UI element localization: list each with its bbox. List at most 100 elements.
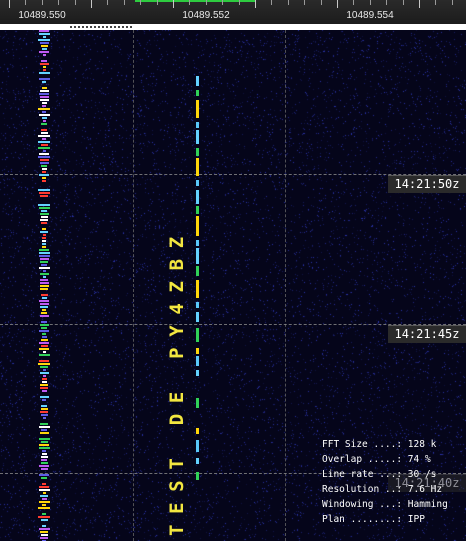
beacon-trace-segment <box>40 384 48 386</box>
beacon-trace-segment <box>41 405 47 407</box>
tuning-marker[interactable] <box>135 0 255 2</box>
info-overlap: Overlap .....: 74 % <box>322 454 431 465</box>
beacon-trace-segment <box>38 447 50 449</box>
beacon-trace-segment <box>42 150 46 152</box>
beacon-trace-segment <box>40 279 48 281</box>
beacon-trace-segment <box>40 462 48 464</box>
beacon-trace-segment <box>41 498 47 500</box>
beacon-trace-segment <box>41 123 47 125</box>
beacon-trace-segment <box>39 285 49 287</box>
cw-trace-segment <box>196 440 199 452</box>
beacon-trace-segment <box>41 60 47 62</box>
beacon-trace-segment <box>38 438 50 440</box>
cw-trace-segment <box>196 148 199 156</box>
frequency-tick <box>140 0 142 5</box>
frequency-tick <box>353 0 355 5</box>
beacon-trace-segment <box>42 54 46 56</box>
frequency-label: 10489.550 <box>18 10 66 21</box>
frequency-label: 10489.552 <box>182 10 230 21</box>
beacon-trace-segment <box>39 360 49 362</box>
frequency-tick <box>189 0 191 5</box>
frequency-tick <box>386 0 388 5</box>
cw-trace-segment <box>196 370 199 376</box>
beacon-trace-segment <box>40 345 48 347</box>
beacon-trace-segment <box>40 216 48 218</box>
beacon-trace-segment <box>41 381 47 383</box>
beacon-signal-trace <box>37 30 51 541</box>
beacon-trace-segment <box>38 108 50 110</box>
beacon-trace-segment <box>39 330 49 332</box>
frequency-tick <box>435 0 437 5</box>
beacon-trace-segment <box>42 234 46 236</box>
beacon-trace-segment <box>39 432 49 434</box>
beacon-trace-segment <box>42 36 46 38</box>
beacon-trace-segment <box>41 117 47 119</box>
beacon-trace-segment <box>38 507 50 509</box>
cw-trace-segment <box>196 206 199 214</box>
frequency-tick <box>337 0 338 8</box>
info-line-rate: Line rate ...: 30 /s <box>322 469 437 480</box>
beacon-trace-segment <box>40 306 48 308</box>
beacon-trace-segment <box>42 66 46 68</box>
frequency-tick <box>41 0 43 5</box>
beacon-trace-segment <box>42 351 46 353</box>
beacon-trace-segment <box>39 96 49 98</box>
beacon-trace-segment <box>42 237 46 239</box>
waterfall-display: 10489.550 10489.552 10489.554 TEST DE PY… <box>0 0 466 541</box>
beacon-trace-segment <box>39 30 49 32</box>
beacon-trace-segment <box>39 90 49 92</box>
frequency-tick <box>123 0 125 5</box>
beacon-trace-segment <box>38 267 50 269</box>
frequency-tick <box>9 0 10 8</box>
beacon-trace-segment <box>39 51 49 53</box>
beacon-trace-segment <box>40 537 48 539</box>
beacon-trace-segment <box>38 528 50 530</box>
cw-trace-segment <box>196 130 199 144</box>
beacon-trace-segment <box>42 138 46 140</box>
beacon-trace-segment <box>39 396 49 398</box>
beacon-trace-segment <box>41 336 47 338</box>
cw-trace-segment <box>196 180 199 186</box>
beacon-trace-segment <box>42 177 46 179</box>
cw-trace-segment <box>196 458 199 464</box>
beacon-trace-segment <box>41 477 47 479</box>
beacon-trace-segment <box>38 72 50 74</box>
beacon-trace-segment <box>42 270 46 272</box>
cw-trace-segment <box>196 348 199 354</box>
beacon-trace-segment <box>39 93 49 95</box>
beacon-trace-segment <box>40 387 48 389</box>
beacon-trace-segment <box>42 81 46 83</box>
beacon-trace-segment <box>42 417 46 419</box>
cw-signal-trace <box>196 30 200 541</box>
beacon-trace-segment <box>42 333 46 335</box>
beacon-trace-segment <box>41 264 47 266</box>
beacon-trace-segment <box>40 132 48 134</box>
beacon-trace-segment <box>38 204 50 206</box>
beacon-trace-segment <box>42 246 46 248</box>
beacon-trace-segment <box>40 288 48 290</box>
beacon-trace-segment <box>40 531 48 533</box>
beacon-trace-segment <box>42 228 46 230</box>
waterfall-area[interactable]: TEST DE PY4ZBZ 14:21:50z 14:21:45z 14:21… <box>0 30 466 541</box>
frequency-tick <box>173 0 174 8</box>
cw-trace-segment <box>196 90 199 96</box>
frequency-tick <box>402 0 404 5</box>
beacon-trace-segment <box>39 273 49 275</box>
beacon-trace-segment <box>42 180 46 182</box>
beacon-trace-segment <box>40 411 48 413</box>
frequency-tick <box>58 0 60 5</box>
cw-trace-segment <box>196 428 199 434</box>
beacon-trace-segment <box>39 99 49 101</box>
beacon-trace-segment <box>41 327 47 329</box>
beacon-trace-segment <box>40 294 48 296</box>
frequency-scale[interactable]: 10489.550 10489.552 10489.554 <box>0 0 466 24</box>
beacon-trace-segment <box>41 453 47 455</box>
cw-trace-segment <box>196 280 199 298</box>
beacon-trace-segment <box>39 162 49 164</box>
frequency-tick <box>91 0 92 8</box>
beacon-trace-segment <box>40 456 48 458</box>
cw-trace-segment <box>196 100 199 118</box>
beacon-trace-segment <box>39 315 49 317</box>
frequency-tick <box>255 0 256 8</box>
beacon-trace-segment <box>40 423 48 425</box>
